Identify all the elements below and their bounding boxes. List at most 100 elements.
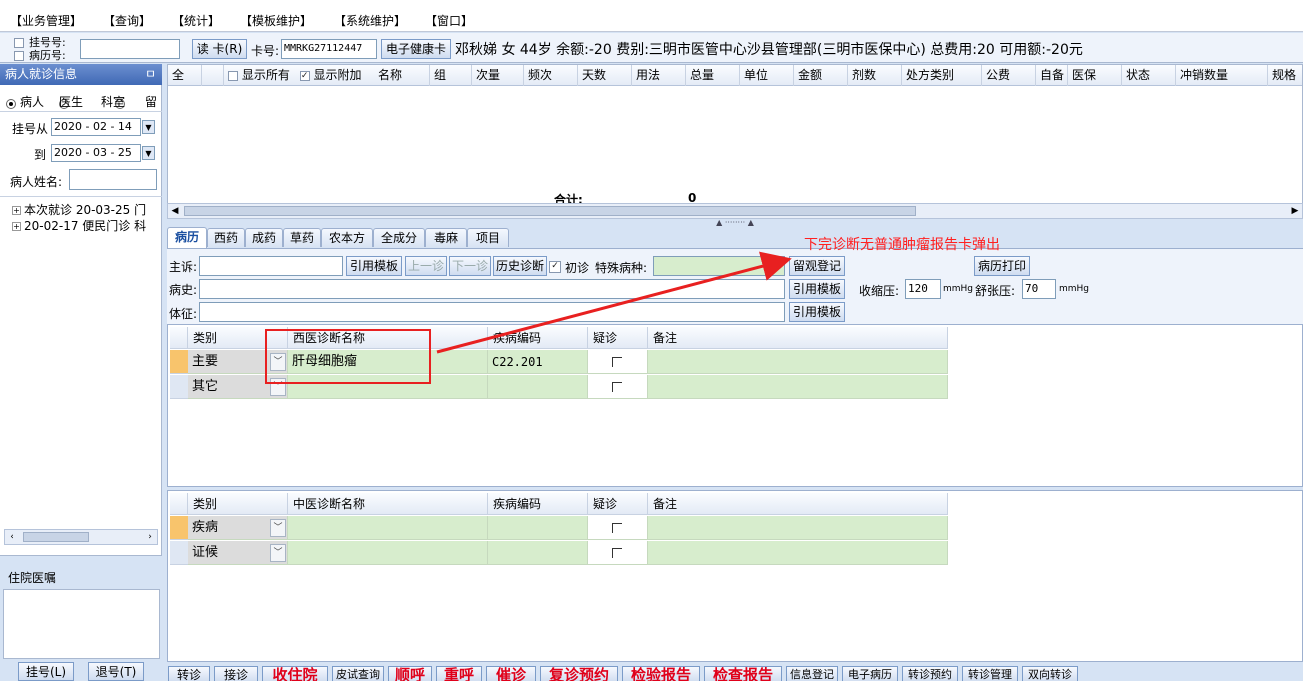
- chevron-down-icon[interactable]: ﹀: [270, 544, 286, 562]
- scroll-left-icon[interactable]: ‹: [5, 530, 19, 544]
- suspected-checkbox[interactable]: [612, 357, 622, 367]
- action-button-skintest[interactable]: 皮试查询: [332, 666, 384, 681]
- ehealth-card-button[interactable]: 电子健康卡: [381, 39, 451, 59]
- scroll-right-icon[interactable]: ▶: [1288, 204, 1302, 218]
- suspected-checkbox-cell[interactable]: [588, 350, 648, 374]
- menu-template[interactable]: 【模板维护】: [240, 12, 312, 29]
- radio-patient[interactable]: [6, 98, 16, 109]
- scroll-left-icon[interactable]: ◀: [168, 204, 182, 218]
- visit-tree-item[interactable]: + 本次就诊 20-03-25 门: [12, 201, 160, 218]
- suspected-checkbox-cell[interactable]: [588, 375, 648, 399]
- tcm-name-cell[interactable]: [288, 541, 488, 565]
- cite-template-button[interactable]: 引用模板: [346, 256, 402, 276]
- menu-system[interactable]: 【系统维护】: [334, 12, 406, 29]
- cite-template-button[interactable]: 引用模板: [789, 302, 845, 322]
- first-visit-checkbox[interactable]: [549, 261, 561, 273]
- complaint-input[interactable]: [199, 256, 343, 276]
- show-extra-checkbox[interactable]: [299, 70, 310, 81]
- visit-tree-item[interactable]: +20-02-17 便民门诊 科: [12, 217, 160, 234]
- remark-cell[interactable]: [648, 350, 948, 374]
- scroll-thumb[interactable]: [184, 206, 916, 216]
- row-indicator[interactable]: [170, 375, 188, 399]
- row-indicator[interactable]: [170, 541, 188, 565]
- row-indicator[interactable]: [170, 350, 188, 374]
- suspected-checkbox[interactable]: [612, 548, 622, 558]
- print-record-button[interactable]: 病历打印: [974, 256, 1030, 276]
- col-amount[interactable]: 金额: [794, 65, 848, 86]
- remark-cell[interactable]: [648, 541, 948, 565]
- menu-statistics[interactable]: 【统计】: [172, 12, 220, 29]
- tab-patent-medicine[interactable]: 成药: [245, 228, 283, 247]
- tcm-code-cell[interactable]: [488, 541, 588, 565]
- col-days[interactable]: 天数: [578, 65, 632, 86]
- action-button-receive[interactable]: 接诊: [214, 666, 258, 681]
- signs-input[interactable]: [199, 302, 785, 322]
- col-all[interactable]: 全: [168, 65, 202, 86]
- systolic-input[interactable]: 120: [905, 279, 941, 299]
- suspected-checkbox[interactable]: [612, 382, 622, 392]
- action-button-lab-report[interactable]: 检验报告: [622, 666, 700, 681]
- suspected-checkbox-cell[interactable]: [588, 516, 648, 540]
- menu-window[interactable]: 【窗口】: [425, 12, 473, 29]
- remark-cell[interactable]: [648, 516, 948, 540]
- left-horizontal-scrollbar[interactable]: ‹ ›: [4, 529, 158, 545]
- action-button-info-register[interactable]: 信息登记: [786, 666, 838, 681]
- col-total[interactable]: 总量: [686, 65, 740, 86]
- col-group[interactable]: 组: [430, 65, 472, 86]
- col-usage[interactable]: 用法: [632, 65, 686, 86]
- grid-horizontal-scrollbar[interactable]: ◀ ▶: [167, 203, 1303, 219]
- patient-name-input[interactable]: [69, 169, 157, 190]
- tab-items[interactable]: 项目: [467, 228, 509, 247]
- col-self[interactable]: 自备: [1036, 65, 1068, 86]
- observe-register-button[interactable]: 留观登记: [789, 256, 845, 276]
- col-public[interactable]: 公费: [982, 65, 1036, 86]
- action-button-admit[interactable]: 收住院: [262, 666, 328, 681]
- expand-icon[interactable]: +: [12, 206, 21, 215]
- history-input[interactable]: [199, 279, 785, 299]
- diag-code-cell[interactable]: C22.201: [488, 350, 588, 374]
- scroll-right-icon[interactable]: ›: [143, 530, 157, 544]
- col-rx-type[interactable]: 处方类别: [902, 65, 982, 86]
- col-spec[interactable]: 规格: [1268, 65, 1303, 86]
- action-button-followup[interactable]: 复诊预约: [540, 666, 618, 681]
- show-all-checkbox[interactable]: [228, 70, 238, 81]
- tab-herbal[interactable]: 草药: [283, 228, 321, 247]
- next-visit-button[interactable]: 下一诊: [449, 256, 491, 276]
- date-to-input[interactable]: 2020 - 03 - 25: [51, 144, 141, 162]
- pin-icon[interactable]: ㅁ: [145, 64, 156, 85]
- card-no-input[interactable]: MMRKG27112447: [281, 39, 377, 59]
- tab-narcotic[interactable]: 毒麻: [425, 228, 467, 247]
- action-button-call-next[interactable]: 顺呼: [388, 666, 432, 681]
- col-unit[interactable]: 单位: [740, 65, 794, 86]
- col-status[interactable]: 状态: [1122, 65, 1176, 86]
- action-button-two-way-referral[interactable]: 双向转诊: [1022, 666, 1078, 681]
- col-doses[interactable]: 剂数: [848, 65, 902, 86]
- read-card-button[interactable]: 读 卡(R): [192, 39, 247, 59]
- action-button-exam-report[interactable]: 检查报告: [704, 666, 782, 681]
- history-diagnosis-button[interactable]: 历史诊断: [493, 256, 547, 276]
- row-indicator[interactable]: [170, 516, 188, 540]
- col-insurance[interactable]: 医保: [1068, 65, 1122, 86]
- menu-query[interactable]: 【查询】: [103, 12, 151, 29]
- col-dose[interactable]: 次量: [472, 65, 524, 86]
- date-to-dropdown-icon[interactable]: ▼: [142, 146, 155, 160]
- suspected-checkbox[interactable]: [612, 523, 622, 533]
- reg-no-input[interactable]: [80, 39, 180, 59]
- tcm-name-cell[interactable]: [288, 516, 488, 540]
- expand-icon[interactable]: +: [12, 222, 21, 231]
- action-button-emr[interactable]: 电子病历: [842, 666, 898, 681]
- diastolic-input[interactable]: 70: [1022, 279, 1056, 299]
- action-button-referral-booking[interactable]: 转诊预约: [902, 666, 958, 681]
- special-disease-input[interactable]: [653, 256, 785, 276]
- col-frequency[interactable]: 频次: [524, 65, 578, 86]
- tab-full-ingredient[interactable]: 全成分: [373, 228, 425, 247]
- tcm-code-cell[interactable]: [488, 516, 588, 540]
- remark-cell[interactable]: [648, 375, 948, 399]
- date-from-dropdown-icon[interactable]: ▼: [142, 120, 155, 134]
- tab-western-medicine[interactable]: 西药: [207, 228, 245, 247]
- tab-medical-record[interactable]: 病历: [167, 227, 207, 248]
- action-button-urge[interactable]: 催诊: [486, 666, 536, 681]
- unregister-button[interactable]: 退号(T): [88, 662, 144, 681]
- chevron-down-icon[interactable]: ﹀: [270, 519, 286, 537]
- col-writeoff-qty[interactable]: 冲销数量: [1176, 65, 1268, 86]
